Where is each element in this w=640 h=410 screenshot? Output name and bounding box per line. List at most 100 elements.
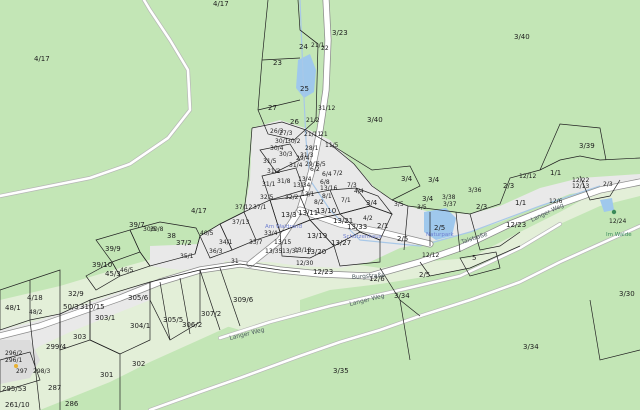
parcel-5: 5 — [472, 254, 476, 262]
parcel-13-34: 13/34 — [293, 182, 310, 189]
parcel-2-3-c: 2/3 — [603, 181, 613, 188]
parcel-33-4: 33/4 — [264, 230, 278, 237]
parcel-33-7: 33/7 — [249, 239, 263, 246]
parcel-12-23: 12/23 — [506, 221, 526, 229]
poi-im-walde[interactable]: Im Walde — [606, 232, 632, 238]
parcel-30-4: 30/4 — [270, 145, 284, 152]
parcel-26: 26 — [290, 118, 299, 126]
parcel-31-1: 31/1 — [262, 181, 276, 188]
parcel-2-3-a: 2/3 — [503, 182, 514, 190]
parcel-27-3: 27/3 — [279, 130, 293, 137]
parcel-37-2: 37/2 — [176, 239, 192, 247]
parcel-2-5-b: 2/5 — [434, 224, 445, 232]
parcel-25: 25 — [300, 85, 309, 93]
parcel-40-5: 40/5 — [200, 230, 214, 237]
parcel-295-53: 295/53 — [2, 385, 27, 393]
parcel-12-23-b: 12/23 — [313, 268, 333, 276]
parcel-3-40-right: 3/40 — [514, 33, 530, 41]
parcel-13-18: 13/18 — [294, 247, 311, 254]
parcel-21: 21 — [320, 131, 328, 138]
parcel-3-34-b: 3/34 — [523, 343, 539, 351]
poi-naturpark[interactable]: Naturpark — [426, 232, 455, 238]
parcel-3-5: 3/5 — [394, 201, 404, 208]
parcel-30-3: 30/3 — [279, 151, 293, 158]
poi-schuetzenhaus[interactable]: Schützenhaus — [343, 234, 382, 240]
parcel-310-15: 310/15 — [80, 303, 105, 311]
parcel-46-5: 46/5 — [120, 267, 134, 274]
parcel-287: 287 — [48, 384, 61, 392]
parcel-48-2: 48/2 — [29, 309, 43, 316]
parcel-4-17-left: 4/17 — [34, 55, 50, 63]
parcel-34-1: 34/1 — [219, 239, 233, 246]
parcel-2-5-c: 2/5 — [419, 271, 430, 279]
parcel-50-3: 50/3 — [63, 303, 79, 311]
parcel-297: 297 — [16, 368, 28, 375]
parcel-37-12: 37/12 — [235, 204, 252, 211]
parcel-31-5: 31/5 — [263, 158, 277, 165]
parcel-302: 302 — [132, 360, 145, 368]
poi-am-waldrand[interactable]: Am Waldrand — [265, 224, 302, 230]
parcel-298-3: 298/3 — [33, 368, 50, 375]
parcel-13-15: 13/15 — [274, 239, 291, 246]
parcel-3-40-mid: 3/40 — [367, 116, 383, 124]
parcel-304-1: 304/1 — [130, 322, 150, 330]
parcel-13-10: 13/10 — [316, 207, 336, 215]
parcel-3-39: 3/39 — [579, 142, 595, 150]
cadastral-map[interactable]: 4/17 4/17 4/17 3/40 3/40 3/23 23 24 25 2… — [0, 0, 640, 410]
parcel-7-1: 7/1 — [341, 197, 351, 204]
parcel-31-8: 31/8 — [277, 178, 291, 185]
parcel-37-13: 37/13 — [232, 219, 249, 226]
parcel-37-1: 37/1 — [253, 204, 267, 211]
parcel-36-3: 36/3 — [209, 248, 223, 255]
parcel-13-33: 13/33 — [347, 223, 367, 231]
parcel-2-1: 2/1 — [377, 222, 388, 230]
parcel-7-2: 7/2 — [333, 170, 343, 177]
parcel-28-1: 28/1 — [305, 145, 319, 152]
poi-marker-icon[interactable] — [611, 209, 617, 215]
parcel-13-35: 13/35 — [265, 248, 282, 255]
parcel-3-4-b: 3/4 — [428, 176, 440, 184]
parcel-13-1: 13/1 — [301, 191, 315, 198]
parcel-4-17-mid: 4/17 — [191, 207, 207, 215]
parcel-29-1: 29/1 — [305, 161, 319, 168]
parcel-32-9: 32/9 — [68, 290, 84, 298]
parcel-13-19: 13/19 — [307, 232, 327, 240]
parcel-3-36: 3/36 — [468, 187, 482, 194]
parcel-299-4: 299/4 — [46, 343, 67, 351]
parcel-309-6: 309/6 — [233, 296, 254, 304]
parcel-12-30: 12/30 — [296, 260, 313, 267]
parcel-2-3-b: 2/3 — [476, 203, 487, 211]
parcel-305-6: 305/6 — [128, 294, 149, 302]
parcel-38: 38 — [167, 232, 176, 240]
parcel-3-4-d: 3/4 — [366, 199, 378, 207]
parcel-31-12: 31/12 — [318, 105, 335, 112]
poi-star-icon[interactable] — [14, 364, 18, 368]
parcel-13-27: 13/27 — [331, 239, 351, 247]
parcel-45-3: 45/3 — [105, 270, 121, 278]
parcel-3-23: 3/23 — [332, 29, 348, 37]
parcel-3-30: 3/30 — [619, 290, 635, 298]
parcel-1-1-b: 1/1 — [515, 199, 526, 207]
parcel-305-5: 305/5 — [163, 316, 183, 324]
map-canvas[interactable]: 4/17 4/17 4/17 3/40 3/40 3/23 23 24 25 2… — [0, 0, 640, 410]
parcel-303: 303 — [73, 333, 86, 341]
parcel-4-2: 4/2 — [363, 215, 373, 222]
parcel-4-18: 4/18 — [27, 294, 43, 302]
parcel-296-2: 296/2 — [5, 350, 22, 357]
parcel-31-2: 31/2 — [267, 168, 281, 175]
parcel-12-24: 12/24 — [609, 218, 626, 225]
parcel-30-2: 30/2 — [287, 138, 301, 145]
parcel-2-5-a: 2/5 — [397, 235, 408, 243]
parcel-4-4: 4/4 — [354, 188, 364, 195]
parcel-39-10: 39/10 — [92, 261, 112, 269]
parcel-3-38: 3/38 — [442, 194, 456, 201]
parcel-32-5: 32/5 — [260, 194, 274, 201]
parcel-6-8: 6/8 — [320, 179, 330, 186]
parcel-296-1: 296/1 — [5, 357, 22, 364]
parcel-8-2: 8/2 — [314, 199, 324, 206]
parcel-48-1: 48/1 — [5, 304, 21, 312]
parcel-11-5: 11/5 — [325, 142, 339, 149]
parcel-3-34-a: 3/34 — [394, 292, 410, 300]
parcel-301: 301 — [100, 371, 113, 379]
parcel-261-10: 261/10 — [5, 401, 30, 409]
